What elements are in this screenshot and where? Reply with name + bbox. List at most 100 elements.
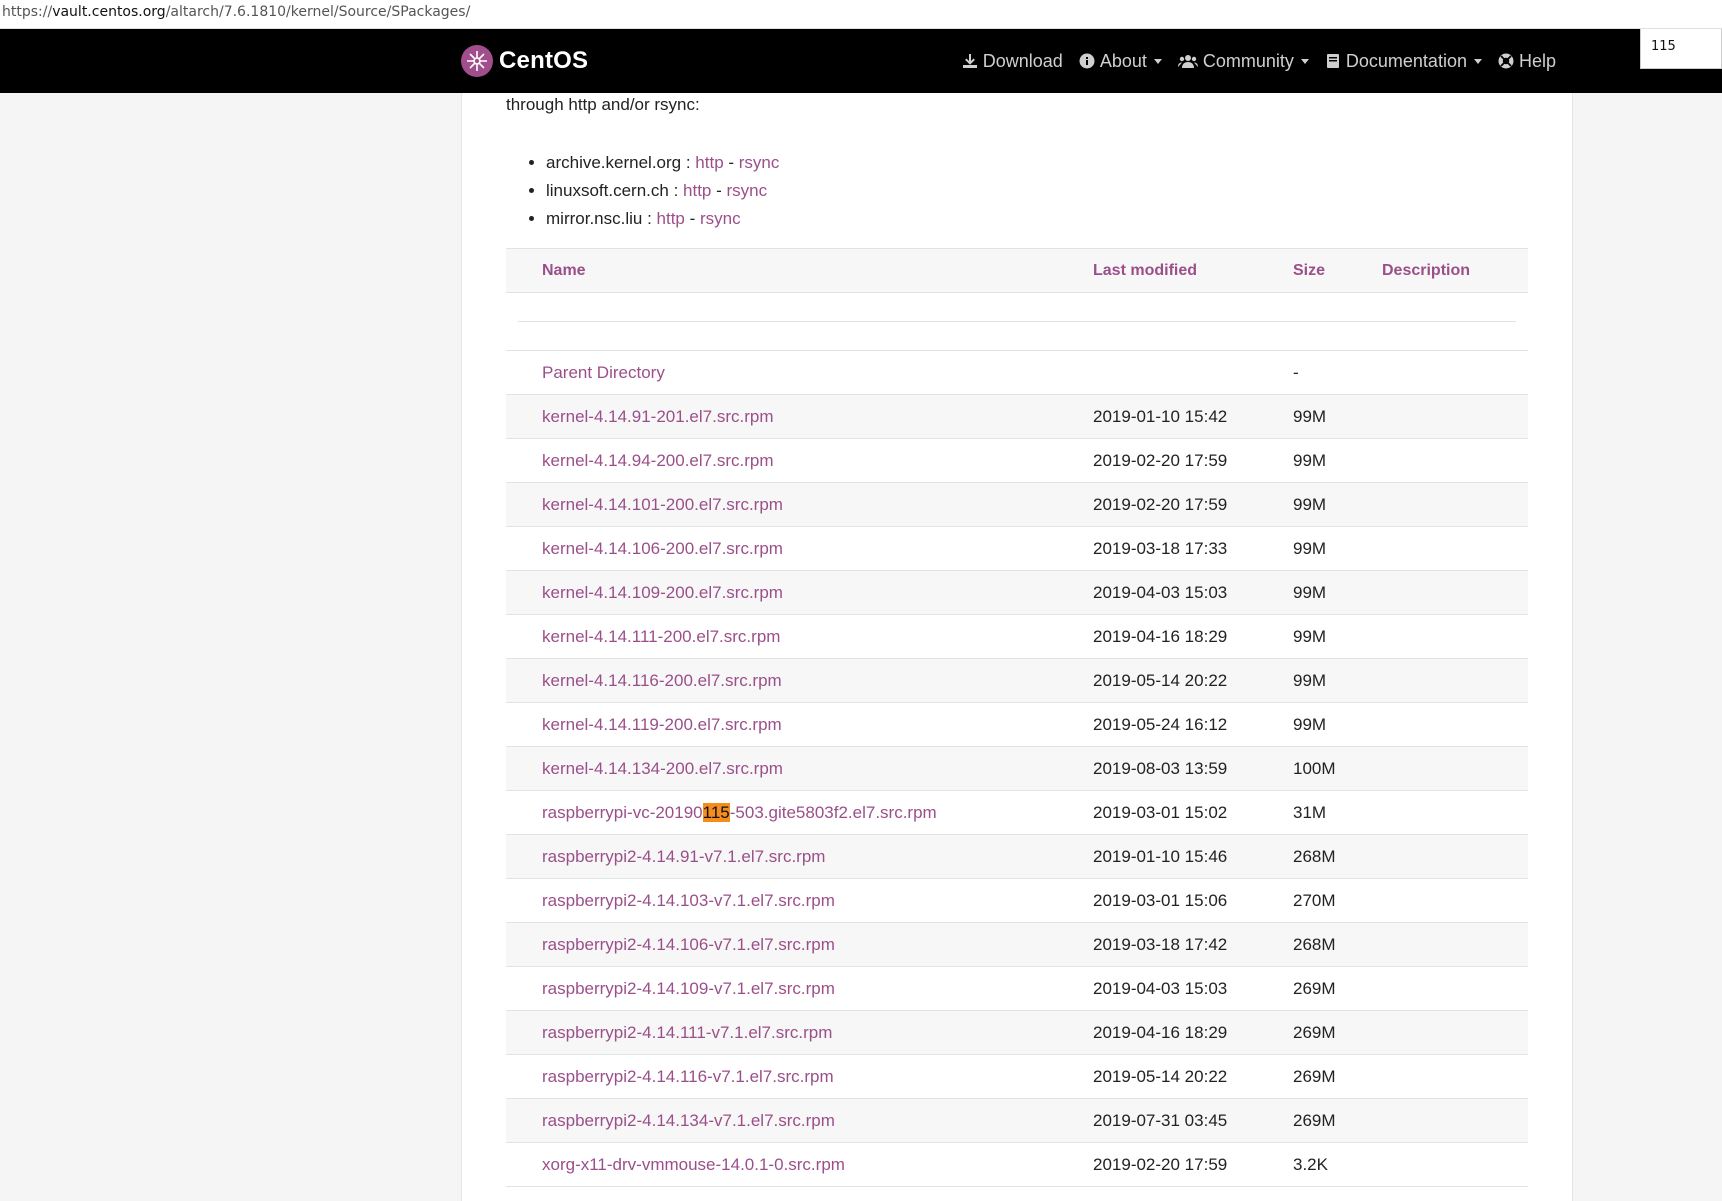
file-link[interactable]: xorg-x11-drv-vmmouse-14.0.1-0.src.rpm	[542, 1155, 845, 1174]
mirror-http-link[interactable]: http	[695, 153, 723, 172]
lifebuoy-icon	[1498, 53, 1514, 69]
table-row: kernel-4.14.109-200.el7.src.rpm 2019-04-0…	[506, 570, 1528, 615]
sort-by-name-link[interactable]: Name	[542, 262, 586, 279]
file-link[interactable]: kernel-4.14.111-200.el7.src.rpm	[542, 627, 780, 646]
find-match-highlight: 115	[702, 802, 730, 822]
cell-size: 100M	[1293, 746, 1382, 791]
list-item: archive.kernel.org : http - rsync	[546, 149, 779, 177]
mirror-separator: :	[681, 153, 696, 172]
cell-last-modified: 2019-02-20 17:59	[1093, 1142, 1293, 1187]
url-host: vault.centos.org	[52, 4, 166, 20]
cell-last-modified: 2019-01-10 15:42	[1093, 394, 1293, 439]
url-path: /altarch/7.6.1810/kernel/Source/SPackage…	[165, 4, 471, 20]
cell-name: xorg-x11-drv-vmmouse-14.0.1-0.src.rpm	[506, 1142, 1093, 1187]
file-link[interactable]: raspberrypi2-4.14.106-v7.1.el7.src.rpm	[542, 935, 835, 954]
mirror-separator: :	[668, 181, 684, 200]
cell-last-modified: 2019-04-03 15:03	[1093, 570, 1293, 615]
nav-documentation[interactable]: Documentation	[1317, 51, 1490, 72]
cell-size: 99M	[1293, 570, 1382, 615]
table-row: Parent Directory -	[506, 350, 1528, 395]
column-header-description[interactable]: Description	[1382, 248, 1528, 293]
cell-description	[1382, 482, 1528, 527]
file-link[interactable]: kernel-4.14.106-200.el7.src.rpm	[542, 539, 783, 558]
table-row: xorg-x11-drv-vmmouse-14.0.1-0.src.rpm 201…	[506, 1142, 1528, 1187]
nav-about[interactable]: About	[1071, 51, 1170, 72]
chevron-down-icon	[1153, 58, 1162, 64]
cell-description	[1382, 526, 1528, 571]
file-link[interactable]: kernel-4.14.134-200.el7.src.rpm	[542, 759, 783, 778]
sort-by-description-link[interactable]: Description	[1382, 262, 1470, 279]
mirror-list: archive.kernel.org : http - rsync linuxs…	[546, 149, 779, 233]
find-in-page-input[interactable]: 115	[1640, 29, 1722, 69]
table-row: raspberrypi2-4.14.91-v7.1.el7.src.rpm 201…	[506, 834, 1528, 879]
file-link[interactable]: raspberrypi2-4.14.134-v7.1.el7.src.rpm	[542, 1111, 835, 1130]
cell-size: 269M	[1293, 966, 1382, 1011]
info-icon	[1079, 53, 1095, 69]
file-link[interactable]: kernel-4.14.116-200.el7.src.rpm	[542, 671, 782, 690]
cell-size: 268M	[1293, 922, 1382, 967]
mirror-host: linuxsoft.cern.ch	[546, 181, 669, 200]
parent-directory-link[interactable]: Parent Directory	[542, 363, 665, 382]
cell-last-modified: 2019-05-24 16:12	[1093, 702, 1293, 747]
file-link[interactable]: raspberrypi2-4.14.103-v7.1.el7.src.rpm	[542, 891, 835, 910]
nav-help[interactable]: Help	[1490, 51, 1564, 72]
cell-name: raspberrypi2-4.14.134-v7.1.el7.src.rpm	[506, 1098, 1093, 1143]
table-row: kernel-4.14.111-200.el7.src.rpm 2019-04-1…	[506, 614, 1528, 659]
file-link[interactable]: kernel-4.14.91-201.el7.src.rpm	[542, 407, 774, 426]
file-link[interactable]: raspberrypi-vc-20190115-503.gite5803f2.e…	[542, 802, 937, 822]
mirror-rsync-link[interactable]: rsync	[739, 153, 780, 172]
cell-last-modified: 2019-04-03 15:03	[1093, 966, 1293, 1011]
nav-download[interactable]: Download	[954, 51, 1071, 72]
cell-size: 99M	[1293, 438, 1382, 483]
column-header-size[interactable]: Size	[1293, 248, 1382, 293]
file-link[interactable]: raspberrypi2-4.14.109-v7.1.el7.src.rpm	[542, 979, 835, 998]
cell-last-modified: 2019-08-03 13:59	[1093, 746, 1293, 791]
cell-name: kernel-4.14.109-200.el7.src.rpm	[506, 570, 1093, 615]
file-link[interactable]: kernel-4.14.101-200.el7.src.rpm	[542, 495, 783, 514]
cell-size: 268M	[1293, 834, 1382, 879]
cell-name: raspberrypi2-4.14.91-v7.1.el7.src.rpm	[506, 834, 1093, 879]
content-panel: through http and/or rsync: archive.kerne…	[461, 93, 1573, 1201]
file-link[interactable]: raspberrypi2-4.14.111-v7.1.el7.src.rpm	[542, 1023, 832, 1042]
cell-name: kernel-4.14.101-200.el7.src.rpm	[506, 482, 1093, 527]
file-link[interactable]: kernel-4.14.109-200.el7.src.rpm	[542, 583, 783, 602]
cell-size: 99M	[1293, 482, 1382, 527]
cell-name: raspberrypi2-4.14.116-v7.1.el7.src.rpm	[506, 1054, 1093, 1099]
cell-size: 269M	[1293, 1098, 1382, 1143]
cell-name: raspberrypi2-4.14.106-v7.1.el7.src.rpm	[506, 922, 1093, 967]
cell-size: 269M	[1293, 1010, 1382, 1055]
table-row: kernel-4.14.94-200.el7.src.rpm 2019-02-20…	[506, 438, 1528, 483]
file-link[interactable]: raspberrypi2-4.14.116-v7.1.el7.src.rpm	[542, 1067, 834, 1086]
mirror-separator: :	[642, 209, 657, 228]
mirror-rsync-link[interactable]: rsync	[700, 209, 741, 228]
nav-community[interactable]: Community	[1170, 51, 1317, 72]
directory-listing-table: Name Last modified Size Description Pare…	[506, 248, 1528, 1187]
cell-description	[1382, 1010, 1528, 1055]
cell-description	[1382, 1142, 1528, 1187]
table-row: kernel-4.14.134-200.el7.src.rpm 2019-08-0…	[506, 746, 1528, 791]
cell-last-modified: 2019-01-10 15:46	[1093, 834, 1293, 879]
cell-last-modified: 2019-03-01 15:06	[1093, 878, 1293, 923]
sort-by-modified-link[interactable]: Last modified	[1093, 262, 1197, 279]
file-link[interactable]: kernel-4.14.119-200.el7.src.rpm	[542, 715, 782, 734]
cell-size: 99M	[1293, 614, 1382, 659]
cell-description	[1382, 878, 1528, 923]
cell-description	[1382, 702, 1528, 747]
cell-size: 99M	[1293, 658, 1382, 703]
file-name-part: raspberrypi-vc-20190	[542, 802, 703, 822]
mirror-http-link[interactable]: http	[657, 209, 685, 228]
column-header-name[interactable]: Name	[506, 248, 1093, 293]
address-bar[interactable]: https://vault.centos.org/altarch/7.6.181…	[0, 0, 1722, 29]
mirror-rsync-link[interactable]: rsync	[726, 181, 767, 200]
nav-menu: Download About Community Documentation H…	[954, 29, 1564, 93]
table-row: raspberrypi2-4.14.134-v7.1.el7.src.rpm 20…	[506, 1098, 1528, 1143]
file-link[interactable]: kernel-4.14.94-200.el7.src.rpm	[542, 451, 774, 470]
brand-link[interactable]: CentOS	[461, 44, 588, 78]
mirror-dash: -	[684, 209, 700, 228]
mirror-dash: -	[723, 153, 739, 172]
sort-by-size-link[interactable]: Size	[1293, 262, 1325, 279]
nav-help-label: Help	[1518, 50, 1556, 71]
file-link[interactable]: raspberrypi2-4.14.91-v7.1.el7.src.rpm	[542, 847, 825, 866]
column-header-modified[interactable]: Last modified	[1093, 248, 1293, 293]
mirror-http-link[interactable]: http	[683, 181, 711, 200]
